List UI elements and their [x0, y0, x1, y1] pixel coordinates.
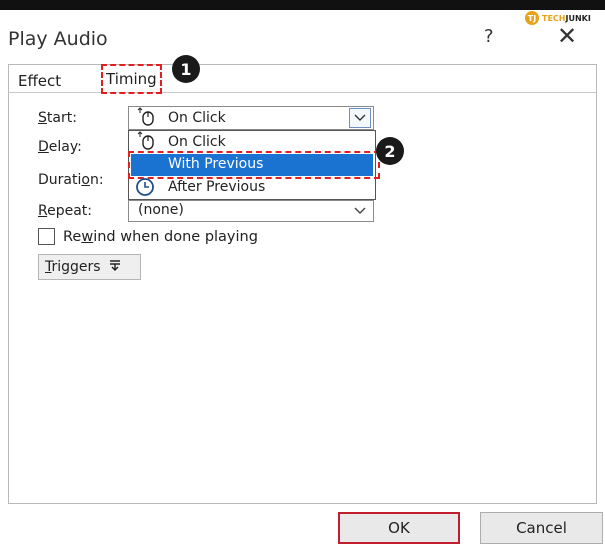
clock-icon — [136, 178, 154, 196]
help-button[interactable]: ? — [484, 26, 494, 47]
rewind-label: Rewind when done playing — [63, 229, 258, 245]
tab-divider — [8, 92, 597, 93]
triggers-label: Triggers — [45, 259, 101, 275]
start-value: On Click — [168, 110, 226, 126]
triggers-icon — [109, 259, 121, 275]
logo-badge: TJ — [525, 11, 539, 25]
repeat-dropdown-arrow[interactable] — [349, 201, 371, 220]
start-dropdown-arrow[interactable] — [349, 108, 371, 128]
start-select[interactable] — [128, 106, 374, 130]
tab-effect[interactable]: Effect — [18, 72, 61, 90]
option-on-click[interactable]: On Click — [168, 134, 226, 150]
dialog-title: Play Audio — [8, 28, 108, 50]
callout-badge-1: 1 — [172, 55, 200, 83]
callout-badge-2: 2 — [376, 137, 404, 165]
repeat-value: (none) — [138, 202, 184, 218]
start-label: Start: — [38, 110, 77, 126]
chevron-down-icon — [354, 207, 366, 214]
mouse-icon — [137, 131, 154, 150]
ok-button[interactable]: OK — [338, 512, 460, 544]
with-previous-callout-box — [128, 151, 380, 179]
delay-label: Delay: — [38, 139, 82, 155]
top-strip — [0, 0, 605, 10]
chevron-down-icon — [354, 114, 366, 121]
cancel-button[interactable]: Cancel — [480, 512, 603, 544]
repeat-label: Repeat: — [38, 203, 93, 219]
rewind-checkbox[interactable] — [38, 228, 55, 245]
triggers-button[interactable]: Triggers — [38, 254, 141, 280]
timing-callout-box — [101, 64, 162, 94]
close-button[interactable]: ✕ — [557, 22, 577, 50]
option-after-previous[interactable]: After Previous — [168, 179, 265, 195]
mouse-icon — [137, 107, 154, 126]
duration-label: Duration: — [38, 172, 104, 188]
